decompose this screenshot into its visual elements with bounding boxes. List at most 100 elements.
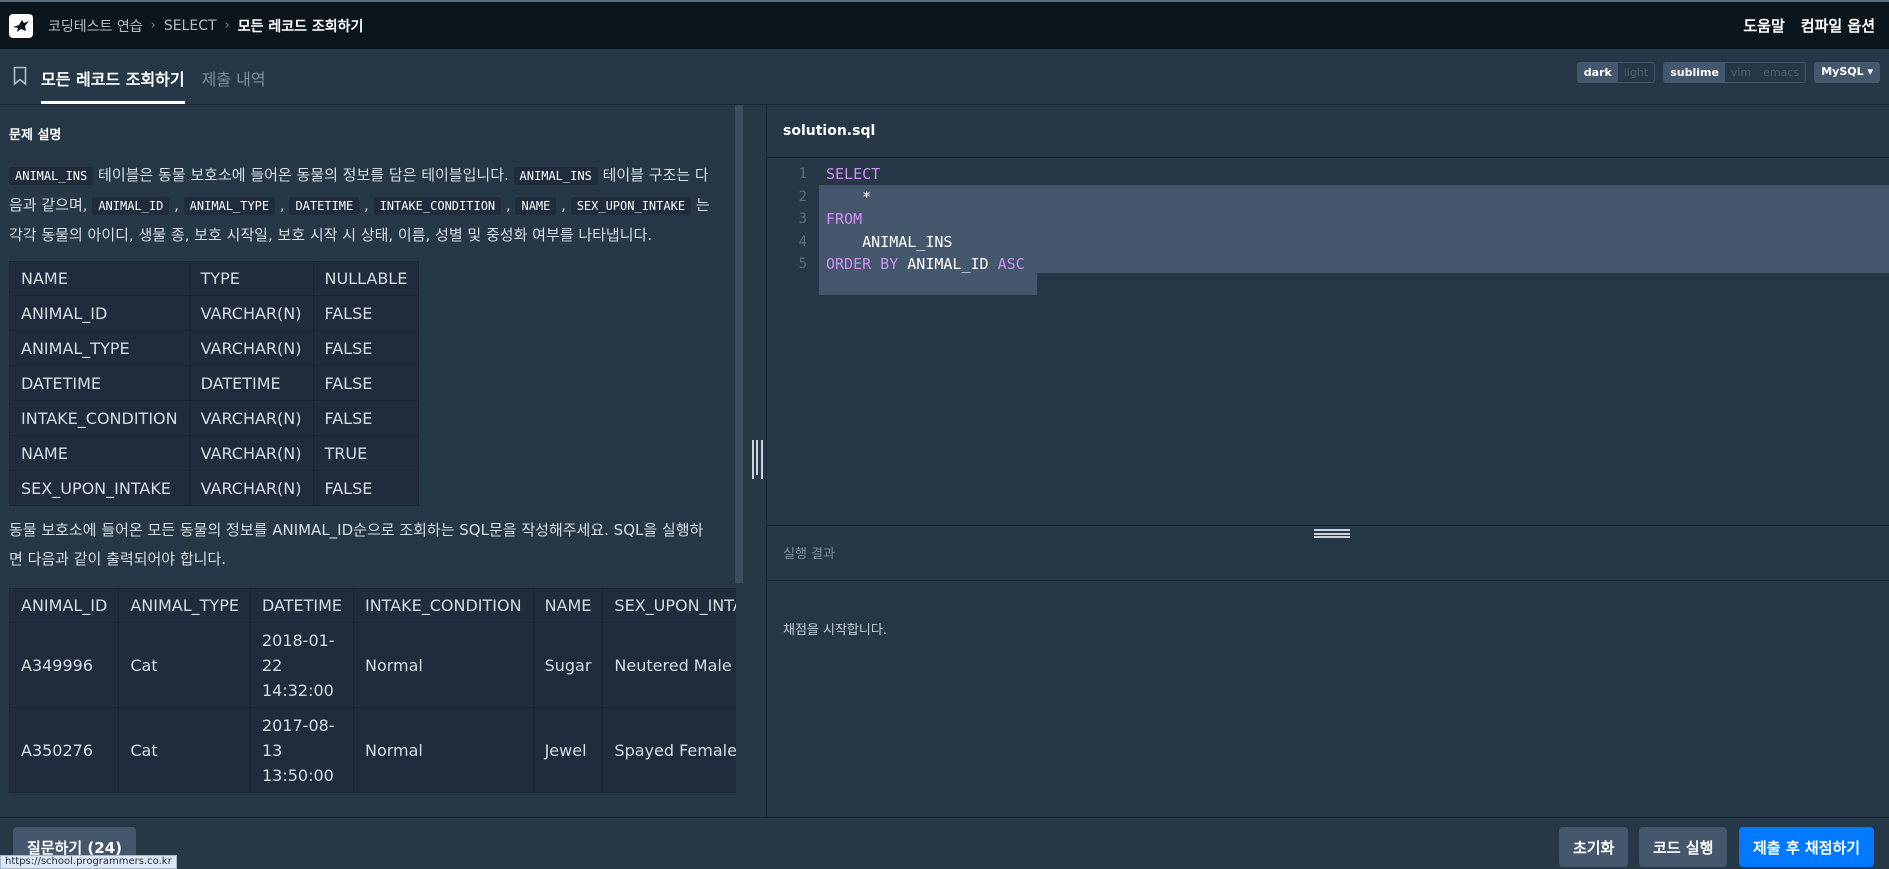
- inline-code: ANIMAL_ID: [92, 197, 170, 215]
- tab-problem[interactable]: 모든 레코드 조회하기: [41, 66, 185, 104]
- keymap-emacs-option[interactable]: emacs: [1757, 63, 1806, 82]
- table-row: DATETIME DATETIME FALSE: [9, 365, 420, 401]
- result-output: 채점을 시작합니다.: [783, 623, 887, 638]
- bottom-action-bar: 질문하기 (24) 초기화 코드 실행 제출 후 채점하기: [0, 817, 1889, 867]
- language-select[interactable]: MySQL ▾: [1814, 62, 1880, 83]
- line-number: 4: [798, 233, 807, 250]
- table-cell: A349996: [8, 622, 120, 708]
- table-cell: Jewel: [532, 707, 604, 793]
- table-header-row: NAME TYPE NULLABLE: [9, 261, 420, 296]
- help-link[interactable]: 도움말: [1743, 15, 1784, 36]
- breadcrumb-item-select[interactable]: SELECT: [164, 18, 217, 34]
- table-cell: A350276: [8, 707, 120, 793]
- code-editor[interactable]: 1 SELECT 2 * 3 FROM 4 ANIMAL_INS 5 ORDER BY ANI…: [767, 157, 1889, 531]
- table-cell: 2017-08-13 13:50:00: [249, 707, 354, 793]
- code-text: SELECT: [826, 163, 880, 185]
- result-divider: [767, 580, 1889, 581]
- run-code-button[interactable]: 코드 실행: [1639, 827, 1728, 867]
- keymap-sublime-option[interactable]: sublime: [1664, 63, 1725, 82]
- table-cell: FALSE: [312, 330, 420, 366]
- table-header-cell: SEX_UPON_INTAKE: [602, 588, 736, 623]
- keymap-toggle: sublime vim emacs: [1663, 62, 1807, 83]
- breadcrumb-item-coding-test[interactable]: 코딩테스트 연습: [48, 16, 143, 36]
- table-cell: DATETIME: [188, 365, 314, 401]
- pane-resize-handle[interactable]: [752, 440, 763, 479]
- table-header-cell: ANIMAL_TYPE: [118, 588, 251, 623]
- tab-submissions[interactable]: 제출 내역: [202, 66, 266, 104]
- sql-keyword: SELECT: [826, 165, 881, 183]
- result-resize-handle[interactable]: [1314, 529, 1350, 538]
- table-cell: SEX_UPON_INTAKE: [9, 470, 190, 506]
- line-number: 2: [798, 188, 807, 205]
- section-title: 문제 설명: [9, 128, 62, 143]
- table-cell: Cat: [118, 622, 251, 708]
- table-cell: ANIMAL_ID: [9, 295, 190, 331]
- table-cell: Neutered Male: [602, 622, 736, 708]
- editor-divider: [767, 525, 1889, 526]
- table-header-cell: TYPE: [188, 261, 314, 296]
- table-cell: VARCHAR(N): [188, 330, 314, 366]
- sql-token: *: [826, 187, 872, 206]
- inline-code: NAME: [515, 197, 557, 215]
- file-name-label: solution.sql: [783, 123, 876, 139]
- theme-light-option[interactable]: light: [1617, 63, 1655, 82]
- code-line[interactable]: 2 *: [767, 186, 1889, 208]
- compile-options-link[interactable]: 컴파일 옵션: [1801, 15, 1875, 36]
- inline-code: ANIMAL_INS: [9, 167, 94, 185]
- description-scrollbar[interactable]: [735, 105, 743, 583]
- selection-highlight: [819, 273, 1037, 295]
- table-cell: VARCHAR(N): [188, 400, 314, 436]
- problem-paragraph-1: ANIMAL_INS 테이블은 동물 보호소에 들어온 동물의 정보를 담은 테…: [9, 166, 710, 244]
- chevron-down-icon: ▾: [1867, 65, 1873, 78]
- table-cell: VARCHAR(N): [188, 295, 314, 331]
- result-label: 실행 결과: [783, 547, 835, 562]
- table-row: INTAKE_CONDITION VARCHAR(N) FALSE: [9, 400, 420, 436]
- sql-token: ANIMAL_ID: [898, 255, 998, 273]
- submit-and-grade-button[interactable]: 제출 후 채점하기: [1739, 827, 1875, 867]
- table-header-cell: INTAKE_CONDITION: [352, 588, 534, 623]
- table-cell: TRUE: [312, 435, 420, 471]
- code-text: ORDER BY ANIMAL_ID ASC: [826, 253, 1025, 275]
- language-select-value: MySQL: [1821, 65, 1864, 78]
- table-cell: NAME: [9, 435, 190, 471]
- code-text: ANIMAL_INS: [826, 231, 952, 253]
- theme-dark-option[interactable]: dark: [1577, 63, 1618, 82]
- table-header-row: ANIMAL_ID ANIMAL_TYPE DATETIME INTAKE_CO…: [8, 588, 736, 623]
- code-line[interactable]: 4 ANIMAL_INS: [767, 231, 1889, 253]
- status-bar-url: https://school.programmers.co.kr: [0, 855, 177, 869]
- table-cell: FALSE: [312, 470, 420, 506]
- bookmark-icon[interactable]: [13, 66, 27, 86]
- sql-keyword: FROM: [826, 210, 863, 228]
- table-row: A349996 Cat 2018-01-22 14:32:00 Normal S…: [8, 622, 736, 708]
- table-cell: INTAKE_CONDITION: [9, 400, 190, 436]
- code-line[interactable]: 5 ORDER BY ANIMAL_ID ASC: [767, 253, 1889, 275]
- breadcrumb-item-current: 모든 레코드 조회하기: [237, 18, 364, 35]
- schema-table: NAME TYPE NULLABLE ANIMAL_ID VARCHAR(N) …: [9, 261, 420, 506]
- breadcrumb: 코딩테스트 연습 › SELECT › 모든 레코드 조회하기: [48, 16, 363, 36]
- reset-button[interactable]: 초기화: [1559, 827, 1629, 867]
- programmers-logo-icon[interactable]: [9, 13, 33, 38]
- chevron-right-icon: ›: [224, 18, 230, 33]
- table-cell: VARCHAR(N): [188, 470, 314, 506]
- expected-output-table: ANIMAL_ID ANIMAL_TYPE DATETIME INTAKE_CO…: [8, 588, 736, 793]
- table-cell: Normal: [352, 622, 534, 708]
- line-number: 3: [798, 211, 807, 227]
- code-line[interactable]: 3 FROM: [767, 208, 1889, 230]
- table-header-cell: ANIMAL_ID: [8, 588, 120, 623]
- chevron-right-icon: ›: [150, 18, 156, 33]
- inline-code: INTAKE_CONDITION: [373, 197, 502, 215]
- line-number: 1: [798, 166, 807, 182]
- inline-code: ANIMAL_TYPE: [183, 197, 276, 215]
- table-row: NAME VARCHAR(N) TRUE: [9, 435, 420, 471]
- table-header-cell: NAME: [532, 588, 604, 623]
- editor-toggles: dark light sublime vim emacs MySQL ▾: [1576, 62, 1880, 83]
- top-navigation-bar: 코딩테스트 연습 › SELECT › 모든 레코드 조회하기 도움말 컴파일 …: [0, 0, 1889, 49]
- inline-code: SEX_UPON_INTAKE: [570, 197, 692, 215]
- code-line[interactable]: 1 SELECT: [767, 163, 1889, 185]
- sql-keyword: ASC: [997, 255, 1025, 273]
- paragraph-text: 테이블은 동물 보호소에 들어온 동물의 정보를 담은 테이블입니다.: [93, 166, 514, 184]
- table-cell: Spayed Female: [602, 707, 736, 793]
- keymap-vim-option[interactable]: vim: [1724, 63, 1758, 82]
- problem-description-pane[interactable]: 문제 설명 ANIMAL_INS 테이블은 동물 보호소에 들어온 동물의 정보…: [0, 105, 736, 817]
- table-cell: Sugar: [532, 622, 604, 708]
